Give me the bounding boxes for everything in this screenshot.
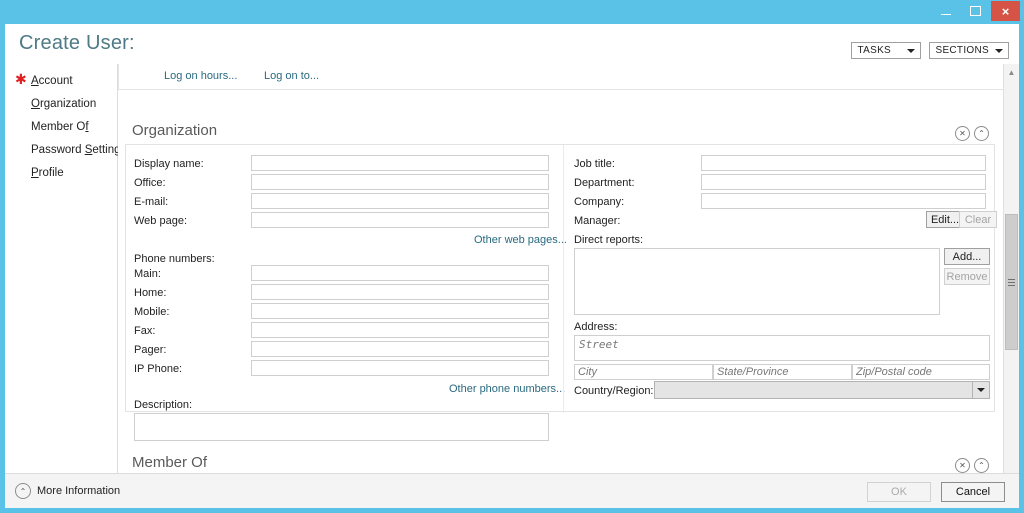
log-on-hours-link[interactable]: Log on hours...: [164, 70, 237, 82]
main-phone-input[interactable]: [251, 265, 549, 281]
sidebar-item-member-of[interactable]: Member Of: [5, 115, 117, 138]
web-page-input[interactable]: [251, 212, 549, 228]
email-input[interactable]: [251, 193, 549, 209]
more-information-toggle[interactable]: ⌃ More Information: [15, 483, 120, 499]
description-label: Description:: [134, 399, 193, 411]
tasks-dropdown-button[interactable]: TASKS: [851, 42, 922, 59]
required-asterisk-icon: ✱: [15, 71, 27, 87]
other-web-pages-link[interactable]: Other web pages...: [474, 234, 567, 246]
sections-label: SECTIONS: [935, 45, 989, 56]
company-label: Company:: [574, 196, 625, 208]
country-region-label: Country/Region:: [574, 385, 654, 397]
fax-input[interactable]: [251, 322, 549, 338]
create-user-window: × Create User: TASKS SECTIONS ✱ Account …: [0, 0, 1024, 513]
sidebar-item-label: Password Settings: [31, 143, 127, 156]
dialog-header: Create User: TASKS SECTIONS: [5, 24, 1019, 64]
display-name-label: Display name:: [134, 158, 204, 170]
zip-postal-code-input[interactable]: [852, 364, 990, 380]
phone-numbers-label: Phone numbers:: [134, 253, 215, 265]
scrollbar-thumb[interactable]: [1005, 214, 1018, 350]
log-on-to-link[interactable]: Log on to...: [264, 70, 319, 82]
chevron-down-icon: [907, 48, 916, 53]
sidebar-item-label: Account: [31, 74, 73, 87]
manager-clear-button: Clear: [959, 211, 997, 228]
direct-reports-remove-button: Remove: [944, 268, 990, 285]
main-phone-label: Main:: [134, 268, 161, 280]
member-of-section-heading: Member Of: [132, 454, 208, 471]
header-buttons: TASKS SECTIONS: [851, 42, 1009, 59]
job-title-label: Job title:: [574, 158, 615, 170]
maximize-button[interactable]: [961, 1, 990, 21]
ip-phone-label: IP Phone:: [134, 363, 183, 375]
city-input[interactable]: [574, 364, 713, 380]
section-content-pane: Log on hours... Log on to... Organizatio…: [118, 64, 1019, 501]
member-of-section-icons: ✕ ⌃: [955, 458, 989, 473]
direct-reports-listbox[interactable]: [574, 248, 940, 315]
office-input[interactable]: [251, 174, 549, 190]
minimize-button[interactable]: [931, 1, 960, 21]
grip-icon: [1008, 278, 1015, 286]
remove-section-icon[interactable]: ✕: [955, 458, 970, 473]
sidebar-item-account[interactable]: ✱ Account: [5, 69, 117, 92]
collapse-section-icon[interactable]: ⌃: [974, 126, 989, 141]
ok-button: OK: [867, 482, 931, 502]
scroll-up-arrow-icon[interactable]: ▲: [1004, 64, 1019, 80]
street-input[interactable]: [574, 335, 990, 361]
mobile-phone-label: Mobile:: [134, 306, 170, 318]
home-phone-input[interactable]: [251, 284, 549, 300]
direct-reports-add-button[interactable]: Add...: [944, 248, 990, 265]
state-province-input[interactable]: [713, 364, 852, 380]
country-region-select[interactable]: [654, 381, 990, 399]
cancel-button[interactable]: Cancel: [941, 482, 1005, 502]
chevron-up-icon: ⌃: [15, 483, 31, 499]
web-page-label: Web page:: [134, 215, 188, 227]
sidebar-item-label: Member Of: [31, 120, 89, 133]
home-phone-label: Home:: [134, 287, 167, 299]
display-name-input[interactable]: [251, 155, 549, 171]
department-label: Department:: [574, 177, 635, 189]
more-information-label: More Information: [37, 485, 121, 497]
direct-reports-label: Direct reports:: [574, 234, 644, 246]
sidebar-item-profile[interactable]: Profile: [5, 161, 117, 184]
email-label: E-mail:: [134, 196, 169, 208]
ip-phone-input[interactable]: [251, 360, 549, 376]
address-label: Address:: [574, 321, 618, 333]
sidebar-item-organization[interactable]: Organization: [5, 92, 117, 115]
pager-input[interactable]: [251, 341, 549, 357]
job-title-input[interactable]: [701, 155, 986, 171]
manager-label: Manager:: [574, 215, 621, 227]
pager-label: Pager:: [134, 344, 167, 356]
organization-section-heading: Organization: [132, 122, 218, 139]
mobile-phone-input[interactable]: [251, 303, 549, 319]
organization-panel: Display name: Office: E-mail: Web page: …: [125, 144, 997, 441]
account-section-links-strip: Log on hours... Log on to...: [118, 64, 1003, 90]
content-vertical-scrollbar[interactable]: ▲ ▼: [1003, 64, 1019, 501]
title-bar: ×: [0, 0, 1024, 24]
other-phone-numbers-link[interactable]: Other phone numbers...: [449, 383, 565, 395]
close-button[interactable]: ×: [991, 1, 1020, 21]
office-label: Office:: [134, 177, 166, 189]
page-title: Create User:: [19, 32, 135, 54]
company-input[interactable]: [701, 193, 986, 209]
sidebar-item-label: Organization: [31, 97, 97, 110]
window-controls: ×: [931, 1, 1020, 21]
description-input[interactable]: [134, 413, 549, 441]
organization-section-icons: ✕ ⌃: [955, 126, 989, 141]
dialog-footer: ⌃ More Information OK Cancel: [5, 473, 1019, 508]
sidebar-item-password-settings[interactable]: Password Settings: [5, 138, 126, 161]
tasks-label: TASKS: [857, 45, 892, 56]
section-navigation-sidebar: ✱ Account Organization Member Of Passwor…: [5, 64, 126, 501]
chevron-down-icon: [995, 48, 1003, 53]
chevron-down-icon: [972, 382, 989, 398]
dialog-client-area: Create User: TASKS SECTIONS ✱ Account Or…: [5, 24, 1019, 508]
sections-dropdown-button[interactable]: SECTIONS: [929, 42, 1009, 59]
remove-section-icon[interactable]: ✕: [955, 126, 970, 141]
sidebar-item-label: Profile: [31, 166, 64, 179]
fax-label: Fax:: [134, 325, 156, 337]
collapse-section-icon[interactable]: ⌃: [974, 458, 989, 473]
department-input[interactable]: [701, 174, 986, 190]
column-divider: [563, 145, 564, 413]
